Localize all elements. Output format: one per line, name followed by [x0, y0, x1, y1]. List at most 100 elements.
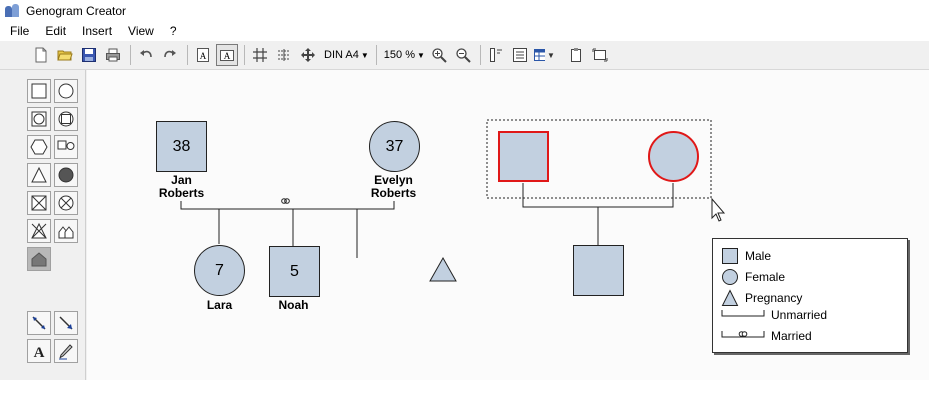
snap-button[interactable]	[273, 44, 295, 66]
zoom-in-button[interactable]	[428, 44, 450, 66]
save-button[interactable]	[78, 44, 100, 66]
text-frame-button[interactable]: A	[192, 44, 214, 66]
name-noah: Noah	[278, 298, 309, 312]
window-title: Genogram Creator	[26, 3, 127, 18]
zoom-out-button[interactable]	[452, 44, 474, 66]
legend-married-line-icon	[721, 331, 765, 338]
menu-edit[interactable]: Edit	[37, 24, 74, 38]
text-tool[interactable]: A	[27, 339, 51, 363]
legend-unmarried-label: Unmarried	[771, 308, 828, 322]
person-evelyn[interactable]: 37	[369, 121, 420, 172]
marriage-line[interactable]	[180, 201, 395, 210]
zoom-in-icon	[432, 48, 447, 63]
diagonal-line-icon	[32, 316, 46, 330]
deceased-circle-tool[interactable]	[54, 191, 78, 215]
status-strip	[0, 380, 929, 400]
crossed-circle-icon	[58, 195, 74, 211]
undo-icon	[140, 50, 152, 58]
chevron-down-icon: ▼	[546, 50, 555, 60]
square-circle-pair-tool[interactable]	[54, 135, 78, 159]
age-jan: 38	[172, 137, 191, 155]
name-lara: Lara	[206, 298, 233, 312]
menu-file[interactable]: File	[2, 24, 37, 38]
toolbar-separator	[130, 45, 131, 65]
circle-tool[interactable]	[54, 79, 78, 103]
page-size-value: DIN A4	[324, 49, 359, 61]
snap-icon	[278, 49, 290, 61]
menu-insert[interactable]: Insert	[74, 24, 120, 38]
fit-page-button[interactable]	[589, 44, 611, 66]
person-noah[interactable]: 5	[269, 246, 320, 297]
new-child[interactable]	[573, 245, 624, 296]
page-layout-icon	[489, 48, 502, 62]
selected-male[interactable]	[498, 131, 549, 182]
zoom-dropdown[interactable]: 150 % ▼	[381, 44, 428, 66]
legend-triangle-icon	[721, 289, 739, 306]
menu-help[interactable]: ?	[162, 24, 185, 38]
legend-unmarried: Unmarried	[721, 308, 827, 322]
chevron-down-icon: ▼	[360, 50, 369, 60]
toolbar-separator	[479, 45, 481, 65]
legend-female-label: Female	[745, 270, 786, 284]
unmarried-line[interactable]	[522, 183, 674, 208]
list-view-button[interactable]	[509, 44, 531, 66]
new-document-button[interactable]	[30, 44, 52, 66]
page-layout-button[interactable]	[485, 44, 507, 66]
deceased-square-tool[interactable]	[27, 191, 51, 215]
svg-text:A: A	[224, 51, 231, 61]
pentagon-tool[interactable]	[27, 247, 51, 271]
crossed-triangle-tool[interactable]	[27, 219, 51, 243]
list-icon	[512, 48, 527, 62]
selected-female[interactable]	[648, 131, 699, 182]
triangle-tool[interactable]	[27, 163, 51, 187]
legend-male: Male	[721, 247, 771, 265]
menu-view[interactable]: View	[120, 24, 162, 38]
age-lara: 7	[215, 261, 224, 279]
twins-tool[interactable]	[54, 219, 78, 243]
new-document-icon	[35, 47, 47, 63]
open-button[interactable]	[54, 44, 76, 66]
page-size-dropdown[interactable]: DIN A4 ▼	[321, 44, 372, 66]
filled-circle-tool[interactable]	[54, 163, 78, 187]
legend-married-label: Married	[771, 329, 812, 343]
legend-box[interactable]: Male Female Pregnancy Unmarried Married	[712, 238, 908, 353]
grid-button[interactable]	[249, 44, 271, 66]
clipboard-button[interactable]	[565, 44, 587, 66]
square-tool[interactable]	[27, 79, 51, 103]
relation-line-tool[interactable]	[27, 311, 51, 335]
age-evelyn: 37	[385, 137, 404, 155]
circle-square-icon	[58, 111, 74, 127]
text-label-button[interactable]: A	[216, 44, 238, 66]
legend-square-icon	[722, 248, 738, 264]
toolbar-separator	[187, 45, 188, 65]
table-view-button[interactable]: ▼	[533, 44, 555, 66]
legend-pregnancy: Pregnancy	[721, 289, 802, 307]
filled-circle-icon	[58, 167, 74, 183]
redo-button[interactable]	[159, 44, 181, 66]
square-icon	[31, 83, 47, 99]
crossed-square-icon	[31, 195, 47, 211]
age-noah: 5	[290, 262, 299, 280]
person-jan[interactable]: 38	[156, 121, 207, 172]
legend-circle-icon	[722, 269, 738, 285]
menu-bar: File Edit Insert View ?	[0, 21, 929, 41]
move-button[interactable]	[297, 44, 319, 66]
move-arrows-icon	[301, 48, 315, 62]
name-jan: Jan Roberts	[151, 174, 212, 200]
person-lara[interactable]: 7	[194, 245, 245, 296]
pen-tool[interactable]	[54, 339, 78, 363]
last-name-jan: Roberts	[158, 186, 205, 200]
pregnancy-triangle[interactable]	[429, 256, 457, 282]
svg-text:A: A	[200, 51, 207, 61]
legend-married: Married	[721, 329, 812, 343]
printer-icon	[106, 48, 120, 62]
circle-square-tool[interactable]	[54, 107, 78, 131]
square-circle-tool[interactable]	[27, 107, 51, 131]
arrow-line-tool[interactable]	[54, 311, 78, 335]
undo-button[interactable]	[135, 44, 157, 66]
hexagon-tool[interactable]	[27, 135, 51, 159]
triangle-icon	[31, 166, 47, 183]
mouse-cursor-icon	[711, 197, 726, 222]
print-button[interactable]	[102, 44, 124, 66]
toolbar: A A DIN A4 ▼ 150 % ▼ ▼	[0, 41, 929, 70]
